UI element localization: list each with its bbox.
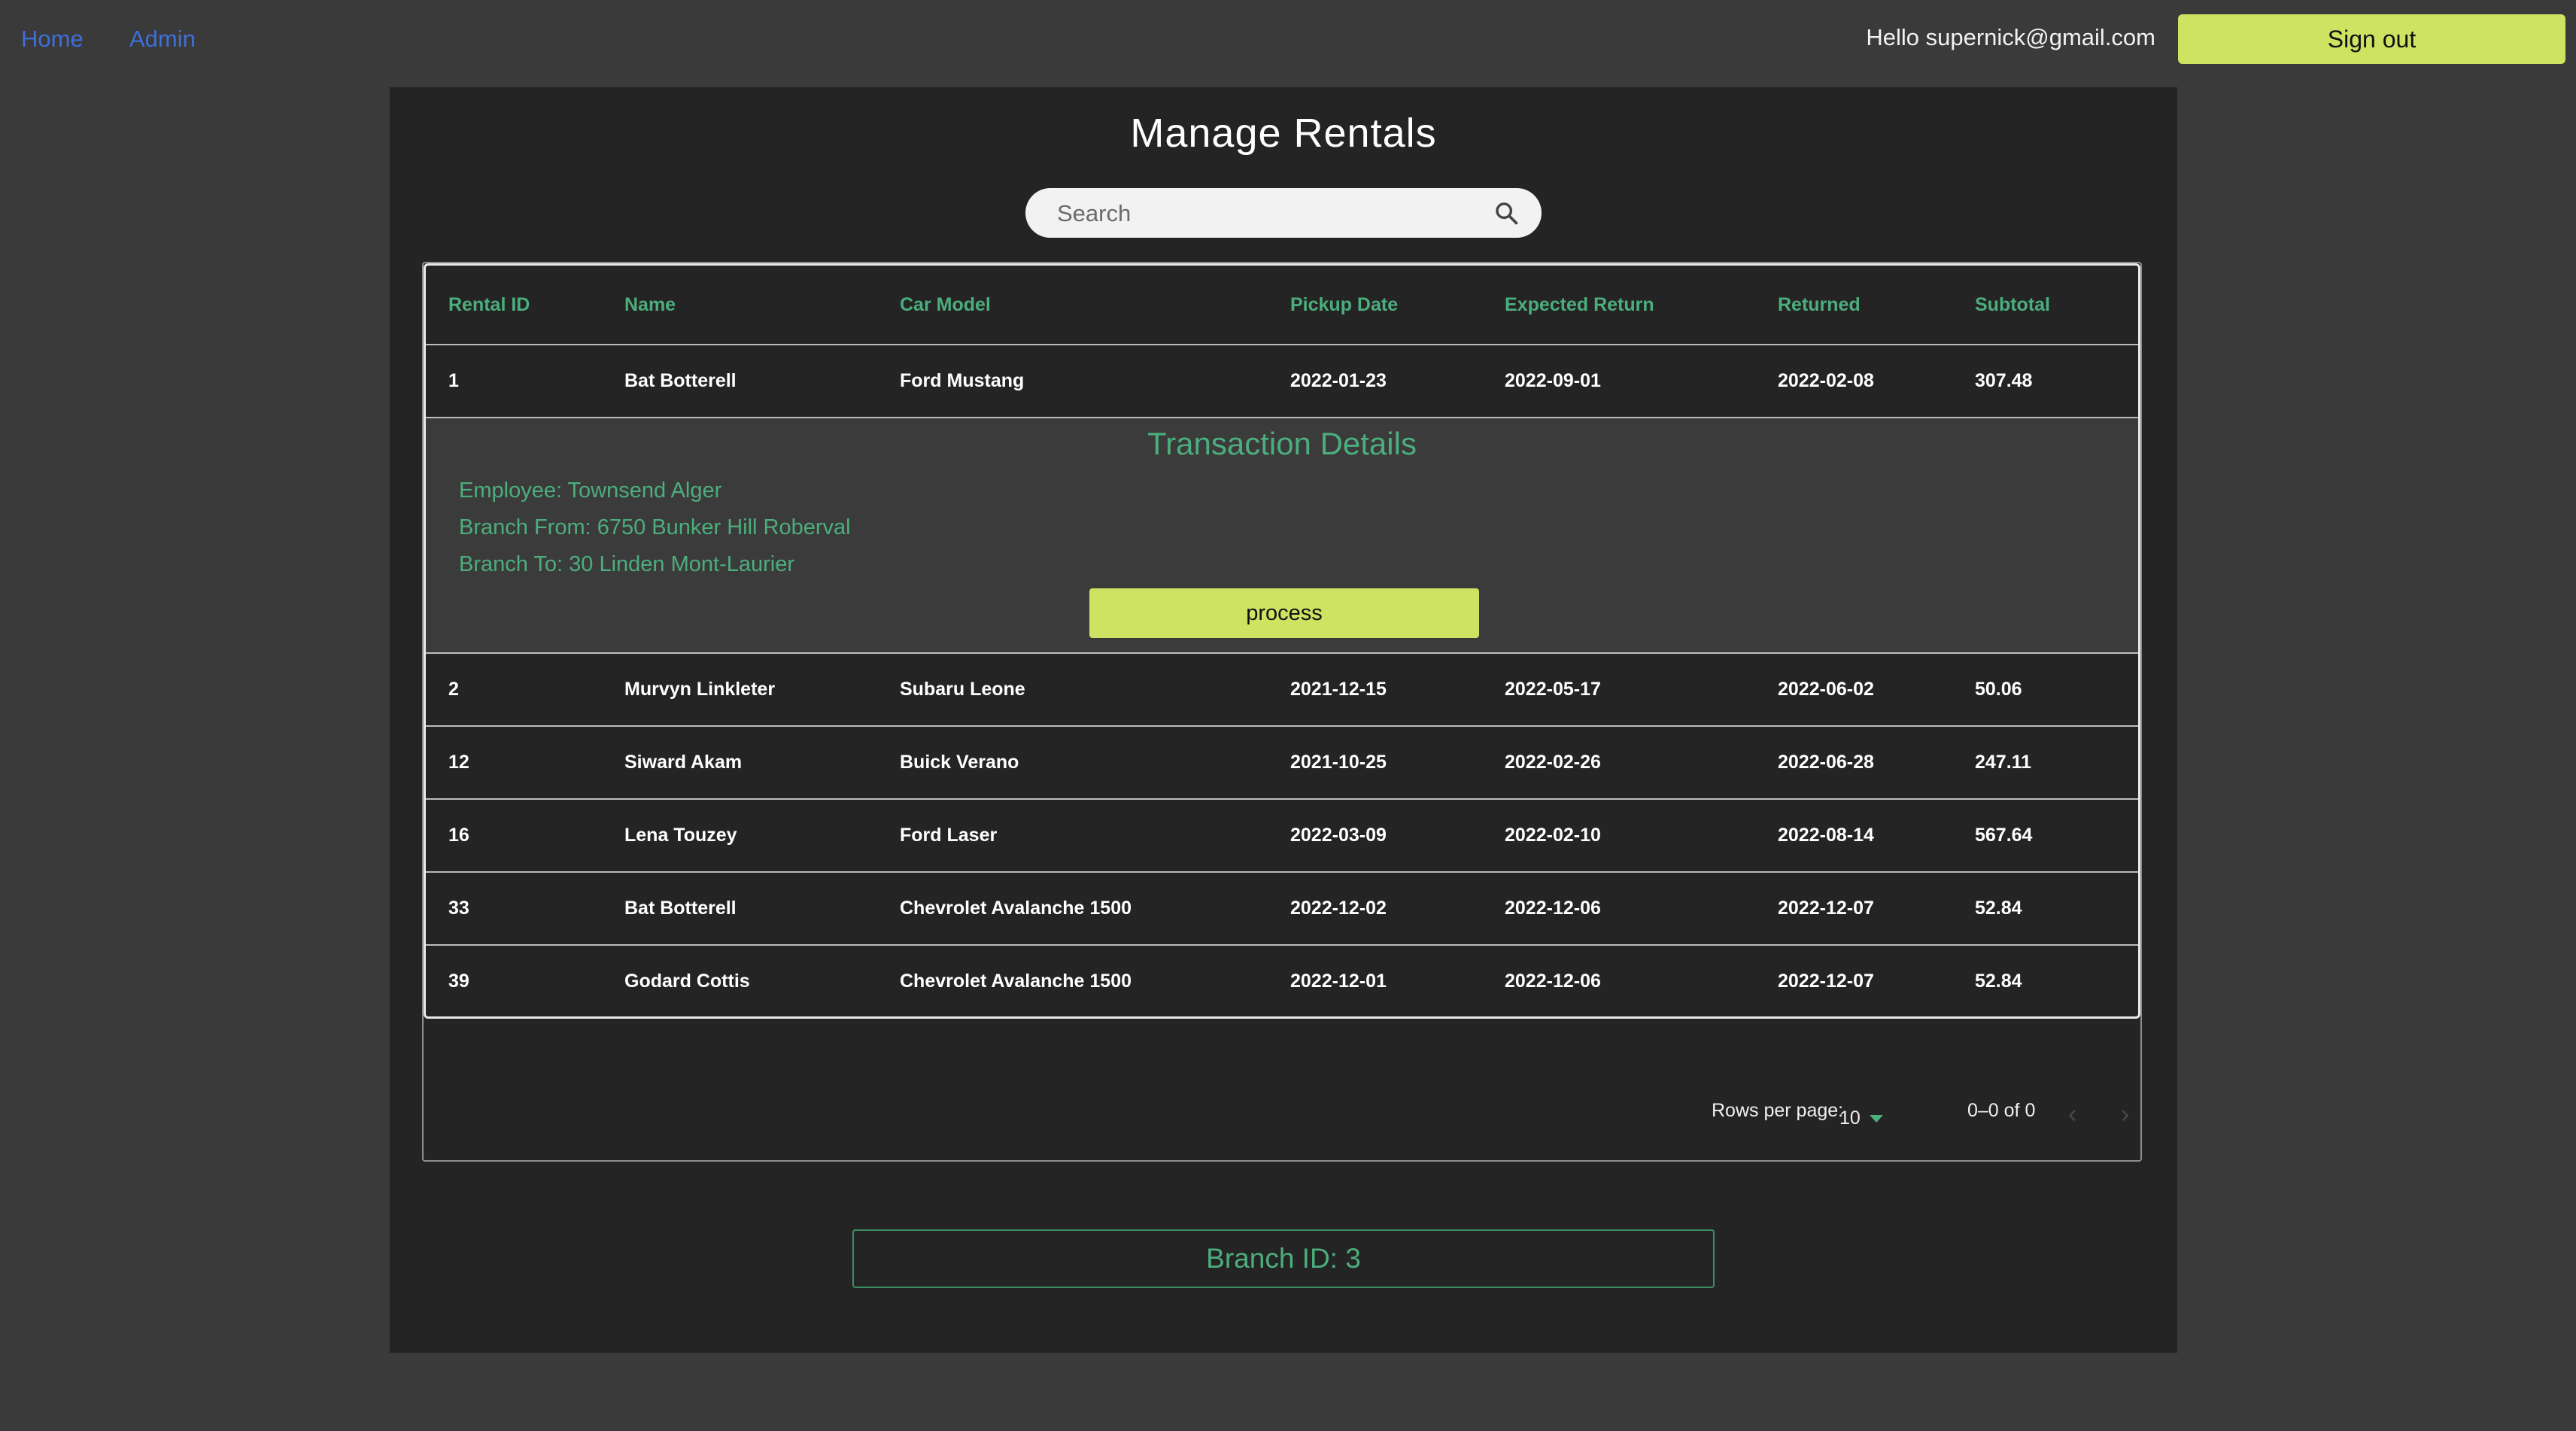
cell-rental-id: 12: [448, 752, 469, 773]
cell-returned: 2022-02-08: [1778, 370, 1874, 391]
cell-name: Bat Botterell: [624, 370, 737, 391]
search-icon[interactable]: [1493, 200, 1519, 226]
cell-pickup-date: 2022-12-02: [1290, 898, 1387, 919]
cell-expected-return: 2022-12-06: [1505, 898, 1601, 919]
process-button[interactable]: process: [1089, 588, 1479, 638]
cell-pickup-date: 2022-01-23: [1290, 370, 1387, 391]
cell-car-model: Ford Mustang: [900, 370, 1025, 391]
cell-name: Bat Botterell: [624, 898, 737, 919]
column-header-expected-return[interactable]: Expected Return: [1505, 266, 1654, 344]
rows-per-page-value: 10: [1839, 1107, 1861, 1129]
table-row[interactable]: 2 Murvyn Linkleter Subaru Leone 2021-12-…: [426, 654, 2138, 727]
column-header-pickup-date[interactable]: Pickup Date: [1290, 266, 1398, 344]
column-header-rental-id[interactable]: Rental ID: [448, 266, 530, 344]
transaction-details-panel: Transaction Details Employee: Townsend A…: [426, 418, 2138, 654]
cell-car-model: Ford Laser: [900, 825, 998, 846]
cell-car-model: Chevrolet Avalanche 1500: [900, 898, 1132, 919]
cell-returned: 2022-06-28: [1778, 752, 1874, 773]
branch-id-box: Branch ID: 3: [852, 1229, 1715, 1288]
table-row[interactable]: 16 Lena Touzey Ford Laser 2022-03-09 202…: [426, 800, 2138, 873]
cell-car-model: Buick Verano: [900, 752, 1019, 773]
cell-expected-return: 2022-05-17: [1505, 679, 1601, 700]
rentals-table: Rental ID Name Car Model Pickup Date Exp…: [424, 263, 2140, 1019]
cell-name: Godard Cottis: [624, 971, 750, 992]
details-branch-from: Branch From: 6750 Bunker Hill Roberval: [459, 515, 851, 539]
cell-pickup-date: 2021-12-15: [1290, 679, 1387, 700]
search-bar: [1025, 188, 1542, 239]
cell-rental-id: 2: [448, 679, 459, 700]
nav-home-link[interactable]: Home: [21, 26, 84, 53]
table-row[interactable]: 39 Godard Cottis Chevrolet Avalanche 150…: [426, 946, 2138, 1016]
chevron-left-icon[interactable]: ‹: [2068, 1100, 2076, 1129]
details-branch-to: Branch To: 30 Linden Mont-Laurier: [459, 552, 795, 576]
cell-rental-id: 1: [448, 370, 459, 391]
cell-expected-return: 2022-02-10: [1505, 825, 1601, 846]
column-header-returned[interactable]: Returned: [1778, 266, 1861, 344]
table-row[interactable]: 12 Siward Akam Buick Verano 2021-10-25 2…: [426, 727, 2138, 800]
main-panel: Manage Rentals Rental ID Name Car Model …: [390, 87, 2177, 1353]
cell-subtotal: 52.84: [1975, 971, 2022, 992]
nav-admin-link[interactable]: Admin: [129, 26, 196, 53]
cell-car-model: Subaru Leone: [900, 679, 1025, 700]
cell-pickup-date: 2021-10-25: [1290, 752, 1387, 773]
cell-car-model: Chevrolet Avalanche 1500: [900, 971, 1132, 992]
page-title: Manage Rentals: [1130, 111, 1437, 156]
details-employee: Employee: Townsend Alger: [459, 479, 722, 503]
cell-expected-return: 2022-09-01: [1505, 370, 1601, 391]
cell-returned: 2022-12-07: [1778, 898, 1874, 919]
cell-returned: 2022-06-02: [1778, 679, 1874, 700]
rentals-table-container: Rental ID Name Car Model Pickup Date Exp…: [422, 262, 2142, 1162]
cell-subtotal: 50.06: [1975, 679, 2022, 700]
caret-down-icon: [1869, 1115, 1883, 1123]
cell-rental-id: 33: [448, 898, 469, 919]
cell-name: Siward Akam: [624, 752, 743, 773]
user-greeting: Hello supernick@gmail.com: [1866, 24, 2155, 50]
cell-subtotal: 52.84: [1975, 898, 2022, 919]
column-header-car-model[interactable]: Car Model: [900, 266, 991, 344]
sign-out-button[interactable]: Sign out: [2178, 14, 2565, 64]
cell-rental-id: 39: [448, 971, 469, 992]
cell-name: Murvyn Linkleter: [624, 679, 776, 700]
cell-expected-return: 2022-12-06: [1505, 971, 1601, 992]
transaction-details-title: Transaction Details: [1147, 426, 1417, 461]
table-header-row: Rental ID Name Car Model Pickup Date Exp…: [426, 266, 2138, 345]
chevron-right-icon[interactable]: ›: [2121, 1100, 2129, 1129]
cell-returned: 2022-12-07: [1778, 971, 1874, 992]
cell-name: Lena Touzey: [624, 825, 737, 846]
search-input[interactable]: [1056, 188, 1480, 239]
table-row[interactable]: 33 Bat Botterell Chevrolet Avalanche 150…: [426, 873, 2138, 946]
top-nav: Home Admin Hello supernick@gmail.com Sig…: [0, 0, 2576, 78]
cell-pickup-date: 2022-03-09: [1290, 825, 1387, 846]
cell-pickup-date: 2022-12-01: [1290, 971, 1387, 992]
rows-per-page-select[interactable]: 10: [1839, 1107, 1883, 1129]
cell-subtotal: 247.11: [1975, 752, 2032, 773]
cell-expected-return: 2022-02-26: [1505, 752, 1601, 773]
pagination-range: 0–0 of 0: [1967, 1100, 2036, 1121]
column-header-name[interactable]: Name: [624, 266, 676, 344]
table-row[interactable]: 1 Bat Botterell Ford Mustang 2022-01-23 …: [426, 345, 2138, 418]
cell-subtotal: 567.64: [1975, 825, 2033, 846]
column-header-subtotal[interactable]: Subtotal: [1975, 266, 2050, 344]
rows-per-page-label: Rows per page:: [1712, 1100, 1844, 1121]
cell-rental-id: 16: [448, 825, 469, 846]
cell-subtotal: 307.48: [1975, 370, 2033, 391]
cell-returned: 2022-08-14: [1778, 825, 1874, 846]
